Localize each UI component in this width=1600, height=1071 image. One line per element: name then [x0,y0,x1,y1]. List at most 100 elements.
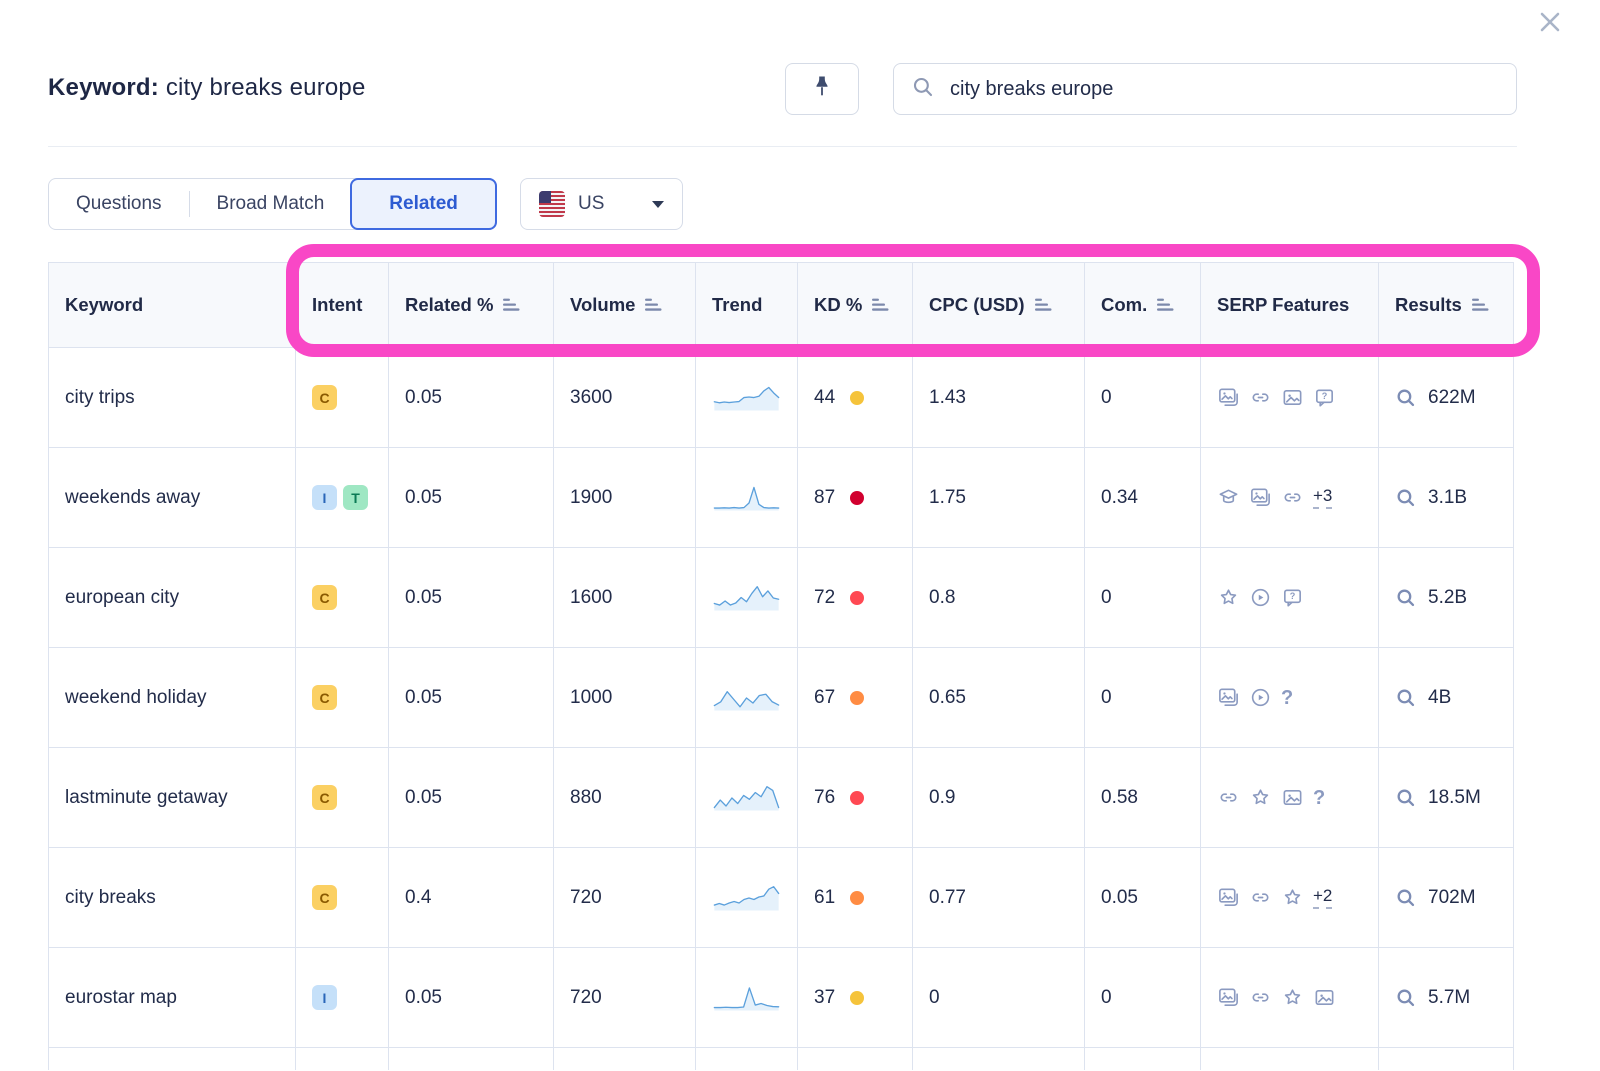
kd-difficulty-dot [850,891,864,905]
column-header-results[interactable]: Results [1379,263,1514,348]
kd-value: 67 [814,687,835,709]
kd-difficulty-dot [850,391,864,405]
volume-value: 720 [570,987,602,1008]
trend-sparkline [712,378,781,418]
volume-value: 1600 [570,587,612,608]
column-label: Results [1395,294,1462,316]
page-title-keyword: city breaks europe [166,74,366,101]
image-pack-icon [1217,386,1240,409]
related-pct-value: 0.05 [405,787,442,808]
sort-icon[interactable] [1035,298,1052,312]
keyword-search [893,63,1517,115]
image-pack-icon [1249,486,1272,509]
kd-value: 61 [814,887,835,909]
serp-search-icon [1395,387,1417,409]
results-value: 4B [1428,687,1451,709]
table-row: weekend holidayC0.051000670.650?4B [49,648,1514,748]
cpc-value: 0.9 [929,787,955,808]
serp-search-icon [1395,587,1417,609]
serp-more-link[interactable]: +2 [1313,886,1332,909]
image-pack-icon [1217,886,1240,909]
related-pct-value: 0.05 [405,987,442,1008]
sitelinks-icon [1249,886,1272,909]
keywords-table: Keyword Intent Related % VolumeTrendKD %CPC… [48,262,1514,1070]
kd-value: 87 [814,487,835,509]
column-header-related[interactable]: Related % [389,263,554,348]
svg-text:?: ? [1290,591,1296,601]
kd-difficulty-dot [850,791,864,805]
sort-icon[interactable] [872,298,889,312]
related-pct-value: 0.05 [405,687,442,708]
table-row: european cityC0.051600720.80?5.2B [49,548,1514,648]
video-icon [1249,586,1272,609]
column-header-volume[interactable]: Volume [554,263,696,348]
country-code: US [578,193,604,215]
kd-difficulty-dot [850,491,864,505]
keyword-cell[interactable]: eurostar map [65,987,177,1008]
intent-badge-c: C [312,785,337,810]
column-header-cpc-usd[interactable]: CPC (USD) [913,263,1085,348]
keyword-cell[interactable]: city trips [65,387,135,408]
country-selector[interactable]: US [520,178,683,230]
keyword-cell[interactable]: lastminute getaway [65,787,228,808]
sitelinks-icon [1281,486,1304,509]
results-value: 702M [1428,887,1476,909]
table-row: eurostar mapI0.0572037005.7M [49,948,1514,1048]
intent-badge-i: I [312,485,337,510]
cpc-value: 1.75 [929,487,966,508]
trend-sparkline [712,878,781,918]
com-value: 0 [1101,587,1112,608]
sitelinks-icon [1249,986,1272,1009]
table-row-partial [49,1048,1514,1070]
cpc-value: 0.65 [929,687,966,708]
keyword-cell[interactable]: weekends away [65,487,200,508]
column-label: Intent [312,294,362,316]
kd-value: 37 [814,987,835,1009]
close-icon[interactable] [1536,8,1564,36]
serp-search-icon [1395,887,1417,909]
search-input[interactable] [948,77,1499,102]
results-value: 5.7M [1428,987,1470,1009]
cpc-value: 1.43 [929,387,966,408]
sort-icon[interactable] [1157,298,1174,312]
kd-difficulty-dot [850,691,864,705]
keyword-cell[interactable]: european city [65,587,179,608]
column-header-trend: Trend [696,263,798,348]
knowledge-panel-icon [1217,486,1240,509]
column-header-com[interactable]: Com. [1085,263,1201,348]
kd-value: 44 [814,387,835,409]
sort-icon[interactable] [645,298,662,312]
trend-sparkline [712,678,781,718]
tab-related[interactable]: Related [350,178,497,230]
tab-questions[interactable]: Questions [49,179,189,229]
tab-broad-match[interactable]: Broad Match [190,179,352,229]
results-value: 622M [1428,387,1476,409]
keyword-cell[interactable]: weekend holiday [65,687,207,708]
image-icon [1281,786,1304,809]
question-icon: ? [1313,788,1325,808]
table-row: city tripsC0.053600441.430?622M [49,348,1514,448]
column-label: Keyword [65,294,143,316]
svg-text:?: ? [1322,391,1328,401]
intent-badge-c: C [312,385,337,410]
cpc-value: 0.77 [929,887,966,908]
sitelinks-icon [1249,386,1272,409]
results-value: 18.5M [1428,787,1481,809]
keyword-cell[interactable]: city breaks [65,887,156,908]
pin-button[interactable] [785,63,859,115]
column-label: Related % [405,294,493,316]
sort-icon[interactable] [503,298,520,312]
column-header-intent: Intent [296,263,389,348]
column-header-keyword: Keyword [49,263,296,348]
page-title-label: Keyword: [48,74,159,101]
video-icon [1249,686,1272,709]
sort-icon[interactable] [1472,298,1489,312]
serp-more-link[interactable]: +3 [1313,486,1332,509]
intent-badge-c: C [312,685,337,710]
kd-value: 72 [814,587,835,609]
reviews-icon [1281,986,1304,1009]
reviews-icon [1249,786,1272,809]
column-header-kd[interactable]: KD % [798,263,913,348]
keyword-overview-modal: Keyword: city breaks europe QuestionsBro… [0,0,1600,1071]
report-tabs: QuestionsBroad MatchRelated [48,178,497,230]
